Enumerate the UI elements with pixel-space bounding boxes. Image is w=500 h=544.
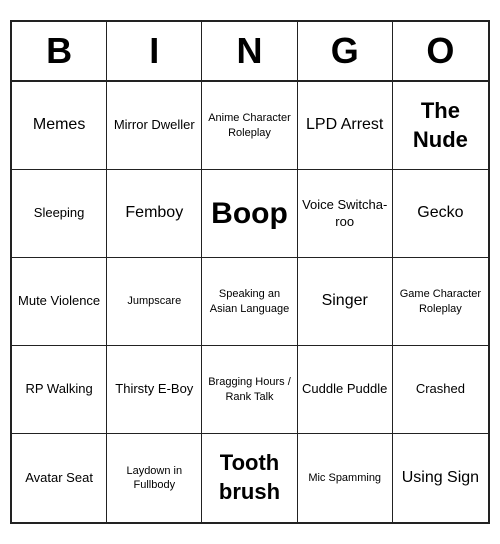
bingo-cell-14: Game Character Roleplay <box>393 258 488 346</box>
bingo-cell-20: Avatar Seat <box>12 434 107 522</box>
bingo-cell-23: Mic Spamming <box>298 434 393 522</box>
bingo-cell-21: Laydown in Fullbody <box>107 434 202 522</box>
header-letter-n: N <box>202 22 297 80</box>
bingo-cell-18: Cuddle Puddle <box>298 346 393 434</box>
bingo-cell-9: Gecko <box>393 170 488 258</box>
bingo-cell-10: Mute Violence <box>12 258 107 346</box>
bingo-cell-17: Bragging Hours / Rank Talk <box>202 346 297 434</box>
bingo-cell-7: Boop <box>202 170 297 258</box>
bingo-cell-13: Singer <box>298 258 393 346</box>
bingo-cell-19: Crashed <box>393 346 488 434</box>
bingo-cell-4: The Nude <box>393 82 488 170</box>
bingo-cell-2: Anime Character Roleplay <box>202 82 297 170</box>
bingo-grid: MemesMirror DwellerAnime Character Rolep… <box>12 82 488 522</box>
bingo-cell-16: Thirsty E-Boy <box>107 346 202 434</box>
bingo-cell-0: Memes <box>12 82 107 170</box>
bingo-cell-11: Jumpscare <box>107 258 202 346</box>
bingo-cell-1: Mirror Dweller <box>107 82 202 170</box>
header-letter-g: G <box>298 22 393 80</box>
header-letter-o: O <box>393 22 488 80</box>
bingo-cell-3: LPD Arrest <box>298 82 393 170</box>
bingo-cell-24: Using Sign <box>393 434 488 522</box>
bingo-cell-22: Tooth brush <box>202 434 297 522</box>
header-letter-b: B <box>12 22 107 80</box>
bingo-cell-5: Sleeping <box>12 170 107 258</box>
bingo-card: BINGO MemesMirror DwellerAnime Character… <box>10 20 490 524</box>
bingo-header: BINGO <box>12 22 488 82</box>
bingo-cell-6: Femboy <box>107 170 202 258</box>
bingo-cell-12: Speaking an Asian Language <box>202 258 297 346</box>
header-letter-i: I <box>107 22 202 80</box>
bingo-cell-8: Voice Switcha-roo <box>298 170 393 258</box>
bingo-cell-15: RP Walking <box>12 346 107 434</box>
